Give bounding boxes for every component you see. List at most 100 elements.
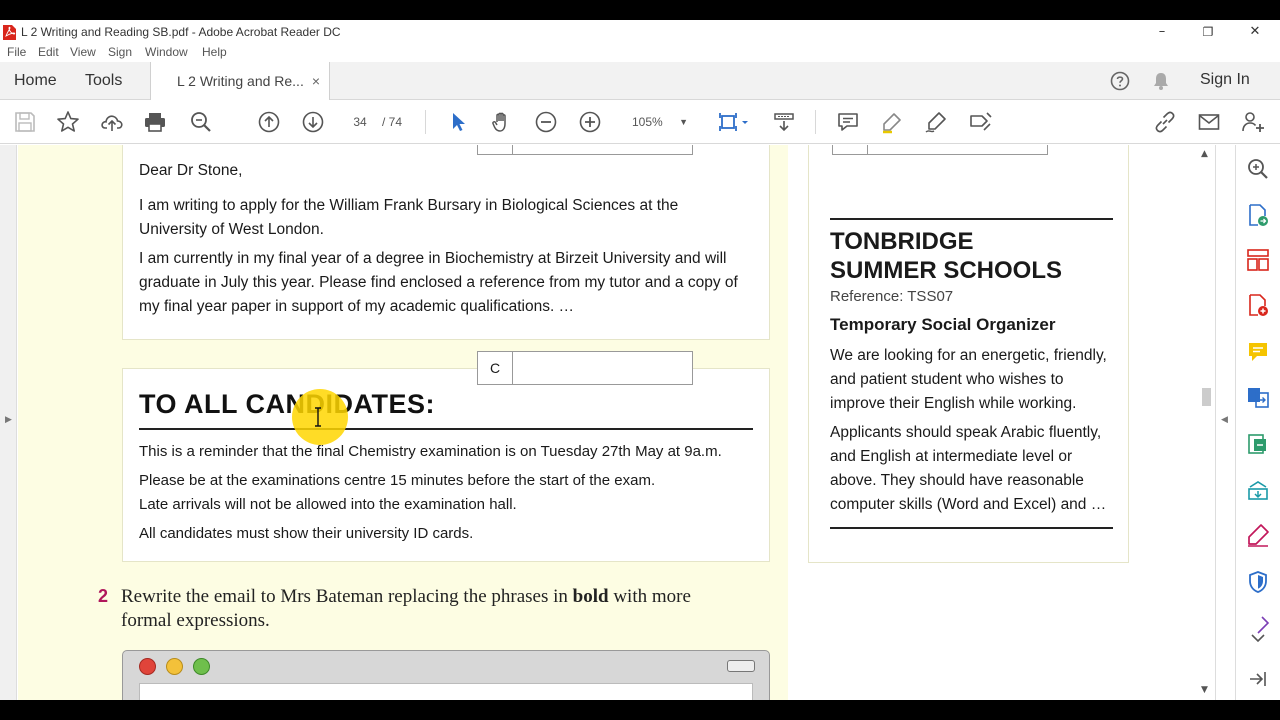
export-pdf-icon[interactable] <box>1246 203 1270 227</box>
notice-card: C TO ALL CANDIDATES: This is a reminder … <box>122 351 770 562</box>
toolbar-separator <box>815 110 816 134</box>
find-zoom-icon[interactable] <box>189 110 213 134</box>
zoom-in-icon[interactable] <box>578 110 602 134</box>
advert-title-line-1: TONBRIDGE <box>830 228 974 255</box>
create-pdf-icon[interactable] <box>1246 293 1270 317</box>
tab-tools[interactable]: Tools <box>85 62 122 100</box>
main-toolbar: 34 / 74 105% ▼ <box>0 100 1280 144</box>
scroll-up-icon[interactable]: ▲ <box>1201 149 1208 159</box>
previous-page-icon[interactable] <box>257 110 281 134</box>
menu-edit[interactable]: Edit <box>38 45 59 59</box>
toolbar-separator <box>425 110 426 134</box>
vertical-scrollbar[interactable]: ▲ ▼ <box>1198 145 1215 700</box>
menu-file[interactable]: File <box>7 45 26 59</box>
tab-document[interactable]: L 2 Writing and Re... × <box>150 62 330 101</box>
comment-icon[interactable] <box>836 110 860 134</box>
zoom-out-icon[interactable] <box>534 110 558 134</box>
task-text-after: with more <box>608 586 691 607</box>
draw-freehand-icon[interactable] <box>924 110 948 134</box>
protect-shield-icon[interactable] <box>1246 570 1270 594</box>
advert-card: D TONBRIDGE SUMMER SCHOOLS Reference: TS… <box>808 145 1129 563</box>
task-number: 2 <box>98 586 109 606</box>
edit-pdf-icon[interactable] <box>1246 385 1270 409</box>
email-body-area <box>139 683 753 700</box>
fill-sign-tool-icon[interactable] <box>1246 523 1270 547</box>
notice-line-2b: Late arrivals will not be allowed into t… <box>139 496 517 513</box>
page-total: / 74 <box>382 115 403 129</box>
answer-box-label: C <box>478 352 513 384</box>
acrobat-window: L 2 Writing and Reading SB.pdf - Adobe A… <box>0 0 1280 720</box>
scrollbar-thumb[interactable] <box>1202 388 1211 406</box>
close-window-button[interactable]: ✕ <box>1235 22 1275 42</box>
scan-ocr-icon[interactable] <box>1246 478 1270 502</box>
tab-document-label: L 2 Writing and Re... <box>177 73 304 89</box>
bookmark-star-icon[interactable] <box>56 110 80 134</box>
advert-paragraph-1: We are looking for an energetic, friendl… <box>830 347 1107 412</box>
minimize-button[interactable]: – <box>1142 22 1182 42</box>
scrolling-mode-icon[interactable] <box>772 110 796 134</box>
menu-window[interactable]: Window <box>145 45 188 59</box>
restore-button[interactable]: ❐ <box>1188 22 1228 42</box>
menu-view[interactable]: View <box>70 45 96 59</box>
scroll-down-icon[interactable]: ▼ <box>1201 685 1208 695</box>
add-user-icon[interactable] <box>1241 110 1265 134</box>
tab-home[interactable]: Home <box>14 62 57 100</box>
right-panel-toggle[interactable]: ◀ <box>1215 145 1235 700</box>
answer-box-b[interactable]: B <box>477 145 693 155</box>
mac-zoom-dot <box>193 658 210 675</box>
letter-paragraph-1: I am writing to apply for the William Fr… <box>139 197 679 238</box>
mac-window-button <box>727 660 755 672</box>
share-link-icon[interactable] <box>1153 110 1177 134</box>
title-bar: L 2 Writing and Reading SB.pdf - Adobe A… <box>0 20 1280 44</box>
left-panel-toggle[interactable]: ▶ <box>0 145 17 700</box>
task-instructions: Rewrite the email to Mrs Bateman replaci… <box>121 585 781 633</box>
page-number-input[interactable]: 34 <box>345 112 375 132</box>
document-viewport[interactable]: ▶ B Dear Dr Stone, I am writing to apply… <box>0 145 1235 700</box>
advert-reference: Reference: TSS07 <box>830 288 954 305</box>
organize-pages-icon[interactable] <box>1246 248 1270 272</box>
zoom-level-value: 105% <box>632 115 663 129</box>
advert-paragraph-2: Applicants should speak Arabic fluently,… <box>830 424 1107 513</box>
menu-sign[interactable]: Sign <box>108 45 132 59</box>
mac-close-dot <box>139 658 156 675</box>
letter-card: B Dear Dr Stone, I am writing to apply f… <box>122 145 770 340</box>
mac-minimize-dot <box>166 658 183 675</box>
comment-tool-icon[interactable] <box>1246 340 1270 364</box>
fill-and-sign-icon[interactable] <box>968 110 992 134</box>
help-icon[interactable] <box>1110 71 1130 91</box>
advert-bottom-rule <box>830 527 1113 529</box>
notice-line-2a: Please be at the examinations centre 15 … <box>139 472 656 489</box>
top-border <box>0 0 1280 20</box>
chevron-left-icon: ◀ <box>1221 415 1228 425</box>
tab-close-icon[interactable]: × <box>312 62 320 100</box>
collapse-pane-icon[interactable] <box>1246 667 1270 691</box>
fit-page-icon[interactable] <box>716 110 752 134</box>
window-title: L 2 Writing and Reading SB.pdf - Adobe A… <box>21 25 341 39</box>
notice-heading: TO ALL CANDIDATES: <box>139 389 435 419</box>
menu-help[interactable]: Help <box>202 45 227 59</box>
answer-box-c[interactable]: C <box>477 351 693 385</box>
zoom-level-dropdown[interactable]: 105% ▼ <box>622 112 694 132</box>
advert-title-line-2: SUMMER SCHOOLS <box>830 257 1063 284</box>
cloud-upload-icon[interactable] <box>100 110 124 134</box>
letter-paragraph-2: I am currently in my final year of a deg… <box>139 250 738 315</box>
acrobat-app-icon <box>3 25 16 40</box>
answer-box-d[interactable]: D <box>832 145 1048 155</box>
sign-in-button[interactable]: Sign In <box>1200 71 1250 89</box>
email-icon[interactable] <box>1197 110 1221 134</box>
tab-bar: Home Tools L 2 Writing and Re... × Sign … <box>0 62 1280 101</box>
task-text-bold: bold <box>572 586 609 607</box>
more-tools-icon[interactable] <box>1246 615 1270 645</box>
highlight-pen-icon[interactable] <box>880 110 904 134</box>
notification-bell-icon[interactable] <box>1151 71 1171 91</box>
compress-pdf-icon[interactable] <box>1246 432 1270 456</box>
letter-greeting: Dear Dr Stone, <box>139 162 243 179</box>
print-icon[interactable] <box>143 110 167 134</box>
answer-box-label: B <box>478 145 513 154</box>
save-icon[interactable] <box>13 110 37 134</box>
hand-tool-icon[interactable] <box>490 110 514 134</box>
next-page-icon[interactable] <box>301 110 325 134</box>
search-zoom-icon[interactable] <box>1246 157 1270 181</box>
chevron-right-icon: ▶ <box>5 415 12 425</box>
select-cursor-icon[interactable] <box>447 110 471 134</box>
